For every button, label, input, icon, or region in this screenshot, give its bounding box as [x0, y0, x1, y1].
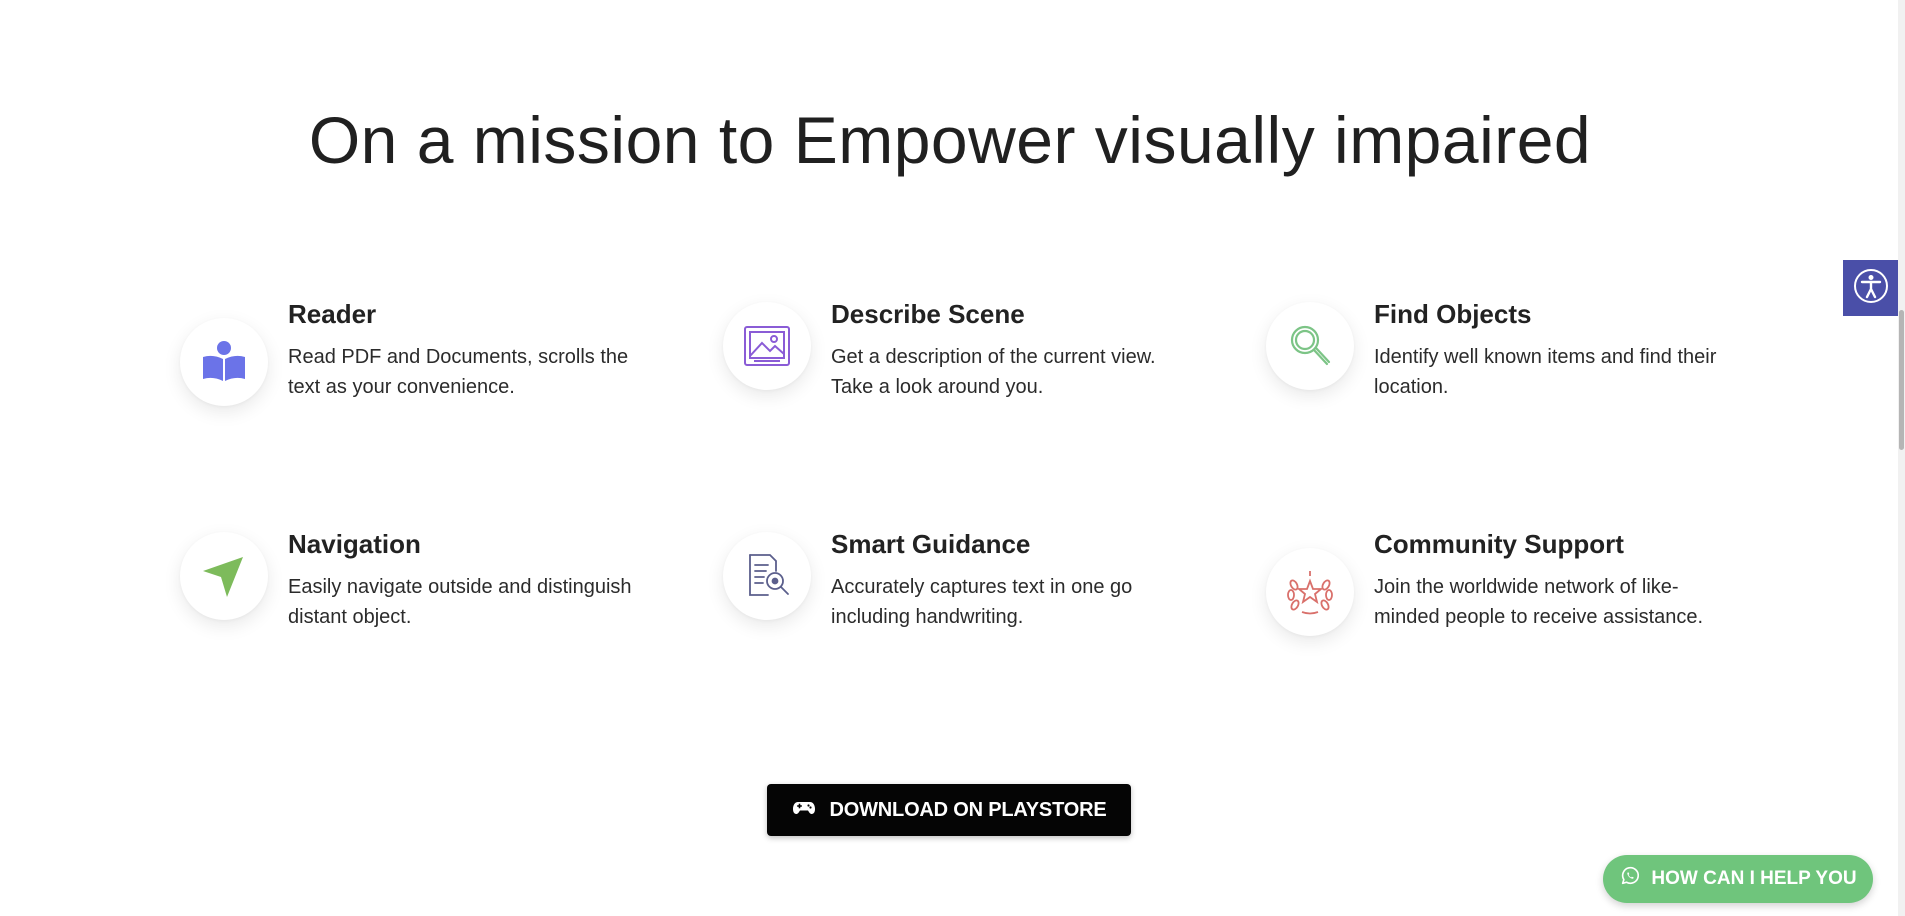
- feature-navigation: Navigation Easily navigate outside and d…: [180, 528, 660, 688]
- page: On a mission to Empower visually impaire…: [0, 0, 1905, 916]
- accessibility-button[interactable]: [1843, 260, 1899, 316]
- accessibility-icon: [1851, 266, 1891, 311]
- feature-description: Read PDF and Documents, scrolls the text…: [288, 346, 629, 398]
- page-scrollbar[interactable]: [1898, 0, 1905, 916]
- download-button-label: DOWNLOAD ON PLAYSTORE: [829, 798, 1107, 821]
- feature-title: Navigation: [288, 529, 421, 559]
- feature-reader: Reader Read PDF and Documents, scrolls t…: [180, 298, 660, 458]
- feature-title: Describe Scene: [831, 299, 1025, 329]
- gamepad-icon: [792, 795, 816, 825]
- feature-description: Get a description of the current view. T…: [831, 346, 1156, 398]
- image-icon: [723, 302, 811, 390]
- feature-description: Join the worldwide network of like-minde…: [1374, 576, 1704, 628]
- feature-smart-guidance: Smart Guidance Accurately captures text …: [723, 528, 1203, 688]
- help-button-label: HOW CAN I HELP YOU: [1651, 868, 1857, 889]
- feature-description: Accurately captures text in one go inclu…: [831, 576, 1133, 628]
- magnifier-icon: [1266, 302, 1354, 390]
- feature-title: Community Support: [1374, 529, 1624, 559]
- feature-title: Reader: [288, 299, 377, 329]
- reader-icon: [180, 318, 268, 406]
- feature-title: Smart Guidance: [831, 529, 1031, 559]
- laurel-star-icon: [1266, 548, 1354, 636]
- document-search-icon: [723, 532, 811, 620]
- whatsapp-icon: [1619, 865, 1641, 893]
- feature-find-objects: Find Objects Identify well known items a…: [1266, 298, 1746, 458]
- help-chat-button[interactable]: HOW CAN I HELP YOU: [1603, 855, 1873, 903]
- feature-community-support: Community Support Join the worldwide net…: [1266, 528, 1746, 688]
- navigation-icon: [180, 532, 268, 620]
- feature-describe-scene: Describe Scene Get a description of the …: [723, 298, 1203, 458]
- feature-title: Find Objects: [1374, 299, 1532, 329]
- scrollbar-thumb[interactable]: [1899, 310, 1904, 450]
- download-playstore-button[interactable]: DOWNLOAD ON PLAYSTORE: [767, 784, 1131, 836]
- feature-description: Identify well known items and find their…: [1374, 346, 1717, 398]
- feature-description: Easily navigate outside and distinguish …: [288, 576, 632, 628]
- section-headline: On a mission to Empower visually impaire…: [308, 103, 1592, 177]
